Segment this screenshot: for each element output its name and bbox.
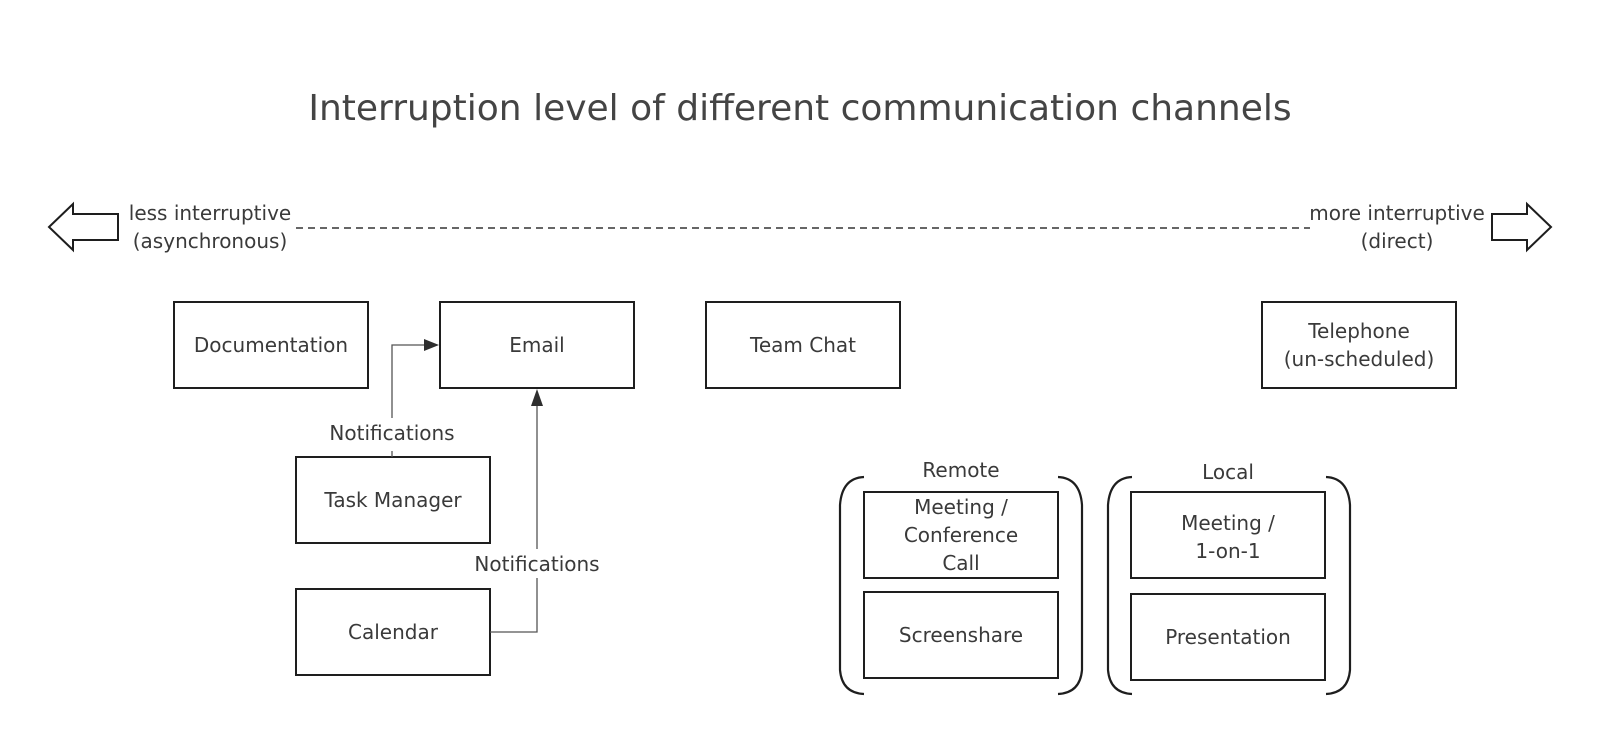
presentation-label: Presentation bbox=[1165, 625, 1291, 649]
more-interruptive-label: more interruptive bbox=[1309, 201, 1485, 225]
local-group-label: Local bbox=[1202, 460, 1254, 484]
notifications-label-task-manager: Notifications bbox=[329, 421, 454, 445]
local-meeting-line1: Meeting / bbox=[1181, 511, 1275, 535]
diagram-canvas: Interruption level of different communic… bbox=[47, 88, 1553, 696]
remote-meeting-line2: Conference bbox=[904, 523, 1018, 547]
direct-label: (direct) bbox=[1361, 229, 1434, 253]
node-documentation[interactable]: Documentation bbox=[173, 301, 369, 389]
less-interruptive-label: less interruptive bbox=[129, 201, 291, 225]
node-remote-meeting[interactable]: Meeting / Conference Call bbox=[863, 491, 1059, 579]
group-local: Local Meeting / 1-on-1 Presentation bbox=[1106, 460, 1352, 696]
telephone-label: Telephone bbox=[1307, 319, 1410, 343]
team-chat-label: Team Chat bbox=[749, 333, 856, 357]
left-arrow-icon bbox=[47, 201, 119, 253]
node-team-chat[interactable]: Team Chat bbox=[705, 301, 901, 389]
email-label: Email bbox=[509, 333, 565, 357]
documentation-label: Documentation bbox=[194, 333, 348, 357]
arrowhead-icon bbox=[531, 389, 543, 406]
screenshare-label: Screenshare bbox=[899, 623, 1023, 647]
group-remote: Remote Meeting / Conference Call Screens… bbox=[838, 458, 1084, 696]
local-meeting-line2: 1-on-1 bbox=[1195, 539, 1260, 563]
node-screenshare[interactable]: Screenshare bbox=[863, 591, 1059, 679]
node-presentation[interactable]: Presentation bbox=[1130, 593, 1326, 681]
asynchronous-label: (asynchronous) bbox=[133, 229, 288, 253]
diagram-title: Interruption level of different communic… bbox=[308, 88, 1291, 129]
notifications-label-calendar: Notifications bbox=[474, 552, 599, 576]
node-telephone[interactable]: Telephone (un-scheduled) bbox=[1261, 301, 1457, 389]
node-local-meeting[interactable]: Meeting / 1-on-1 bbox=[1130, 491, 1326, 579]
node-calendar[interactable]: Calendar bbox=[295, 588, 491, 676]
node-task-manager[interactable]: Task Manager bbox=[295, 456, 491, 544]
connector-calendar-to-email: Notifications bbox=[474, 389, 600, 633]
remote-meeting-line3: Call bbox=[942, 551, 979, 575]
remote-group-label: Remote bbox=[922, 458, 999, 482]
task-manager-label: Task Manager bbox=[323, 488, 462, 512]
right-arrow-icon bbox=[1491, 201, 1553, 253]
calendar-label: Calendar bbox=[348, 620, 439, 644]
node-email[interactable]: Email bbox=[439, 301, 635, 389]
arrowhead-icon bbox=[424, 339, 439, 351]
remote-meeting-line1: Meeting / bbox=[914, 495, 1008, 519]
unscheduled-label: (un-scheduled) bbox=[1284, 347, 1435, 371]
